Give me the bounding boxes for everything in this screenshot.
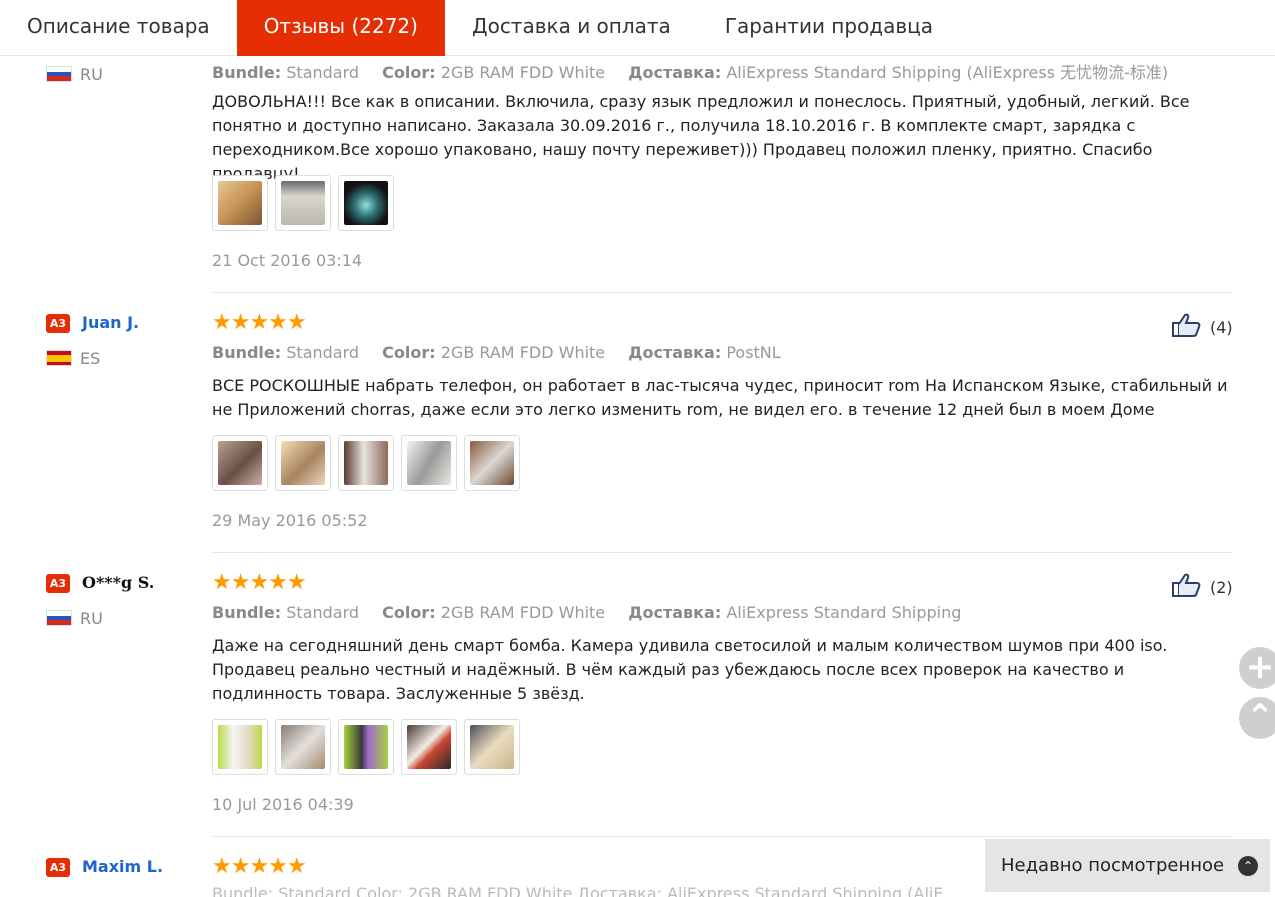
review-photo[interactable] [338,719,394,775]
review-date: 29 May 2016 05:52 [212,511,368,530]
user-level-badge: A3 [46,314,70,333]
review-photo[interactable] [212,175,268,231]
review-photo[interactable] [275,719,331,775]
review-photo[interactable] [275,435,331,491]
reviewer-name[interactable]: O***g S. [82,573,154,592]
rating-stars: ★★★★★ [212,570,307,595]
review-photos [212,435,520,491]
review-photos [212,175,394,231]
recently-viewed-panel[interactable]: Недавно посмотренное ⌃ [985,839,1270,892]
chevron-up-icon: ⌃ [1238,855,1259,876]
helpful-button[interactable]: (2) [1170,572,1233,602]
helpful-count: (2) [1210,577,1233,597]
flag-es-icon [46,350,72,366]
rating-stars: ★★★★★ [212,854,307,879]
thumbs-up-icon [1170,572,1204,602]
review-photo[interactable] [338,435,394,491]
review-photo[interactable] [212,435,268,491]
scroll-top-button[interactable]: ⌃ [1239,697,1275,739]
review-meta: Bundle: Standard Color: 2GB RAM FDD Whit… [212,603,962,622]
reviewer-name[interactable]: Juan J. [82,313,139,332]
rating-stars: ★★★★★ [212,310,307,335]
divider [212,552,1232,553]
recently-viewed-label: Недавно посмотренное [1001,855,1225,876]
plus-button[interactable]: + [1239,647,1275,689]
review-date: 10 Jul 2016 04:39 [212,795,354,814]
review-text: ВСЕ РОСКОШНЫЕ набрать телефон, он работа… [212,376,1228,419]
review-photo[interactable] [275,175,331,231]
helpful-count: (4) [1210,317,1233,337]
review-meta-cut: Bundle: Standard Color: 2GB RAM FDD Whit… [212,884,944,897]
tab-description[interactable]: Описание товара [0,0,237,56]
review-photo[interactable] [464,719,520,775]
flag-ru-icon [46,610,72,626]
reviewer-country: RU [80,65,103,84]
tab-seller-guarantees[interactable]: Гарантии продавца [698,0,960,56]
review-photos [212,719,520,775]
review-meta: Bundle: Standard Color: 2GB RAM FDD Whit… [212,343,781,362]
divider [212,292,1232,293]
tab-reviews[interactable]: Отзывы (2272) [236,0,445,56]
user-level-badge: A3 [46,574,70,593]
user-level-badge: A3 [46,858,70,877]
thumbs-up-icon [1170,312,1204,342]
tab-shipping-payment[interactable]: Доставка и оплата [445,0,698,56]
reviewer-name[interactable]: Maxim L. [82,857,163,876]
divider [212,836,1232,837]
reviewer-country: RU [80,609,103,628]
review-photo[interactable] [401,435,457,491]
review-text: ДОВОЛЬНА!!! Все как в описании. Включила… [212,92,1190,183]
product-tabs: Описание товара Отзывы (2272) Доставка и… [0,0,1275,56]
flag-ru-icon [46,66,72,82]
review-photo[interactable] [401,719,457,775]
review-photo[interactable] [464,435,520,491]
review-meta: Bundle: Standard Color: 2GB RAM FDD Whit… [212,63,1169,82]
review-date: 21 Oct 2016 03:14 [212,251,363,270]
review-photo[interactable] [338,175,394,231]
review-photo[interactable] [212,719,268,775]
review-text: Даже на сегодняшний день смарт бомба. Ка… [212,636,1168,703]
reviewer-country: ES [80,349,101,368]
helpful-button[interactable]: (4) [1170,312,1233,342]
